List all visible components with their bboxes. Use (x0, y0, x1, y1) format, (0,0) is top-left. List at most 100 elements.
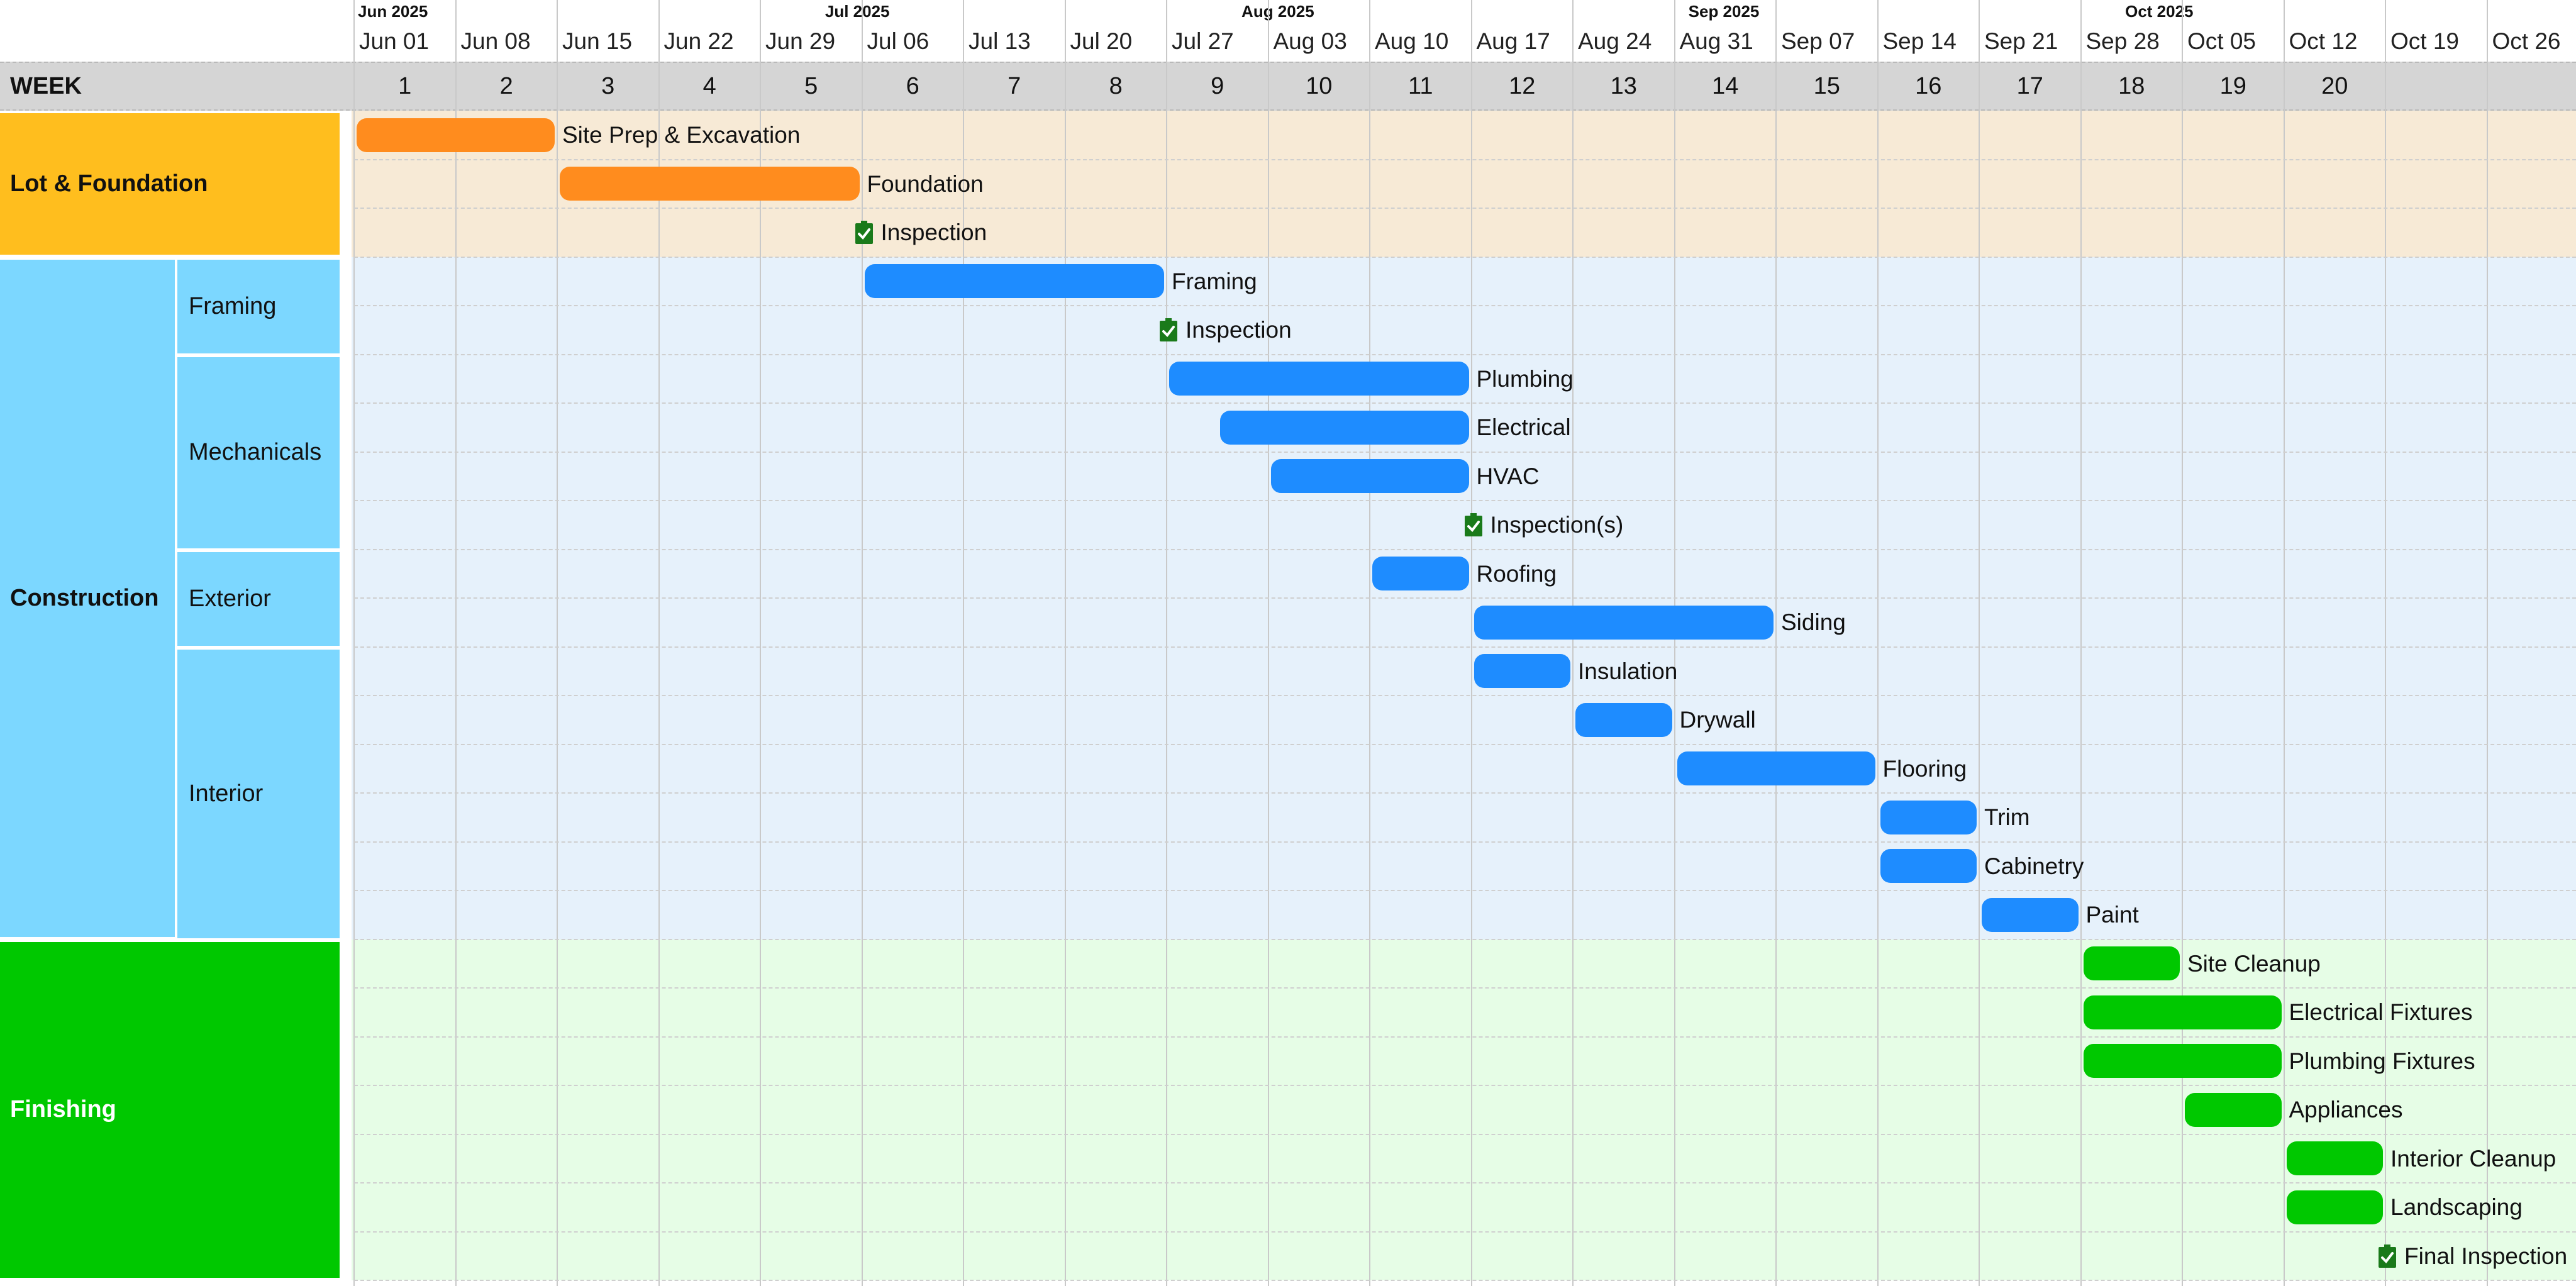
date-label: Sep 07 (1781, 28, 1855, 54)
milestone-check-icon (2379, 1244, 2396, 1268)
grid-line-horizontal (354, 451, 2576, 453)
task-label: Flooring (1882, 755, 1967, 782)
task-bar[interactable] (2083, 946, 2180, 981)
grid-line-vertical (557, 0, 558, 1286)
grid-line-vertical (2283, 0, 2285, 1286)
task-bar[interactable] (1575, 702, 1672, 737)
subgroup-label-cell: Mechanicals (177, 357, 340, 548)
month-label: Jul 2025 (824, 2, 890, 21)
task-label: Interior Cleanup (2390, 1145, 2557, 1172)
task-label: Site Cleanup (2187, 950, 2321, 977)
grid-line-horizontal (354, 1133, 2576, 1135)
group-label: Finishing (10, 1096, 116, 1123)
group-label-cell: Finishing (0, 941, 340, 1278)
task-bar[interactable] (1219, 410, 1469, 445)
grid-line-vertical (1369, 0, 1370, 1286)
grid-line-horizontal (354, 500, 2576, 501)
task-label: Plumbing (1476, 365, 1574, 392)
task-label: Drywall (1679, 707, 1756, 733)
task-bar[interactable] (1372, 557, 1469, 591)
grid-line-vertical (861, 0, 863, 1286)
task-bar[interactable] (2286, 1141, 2383, 1176)
grid-line-vertical (1470, 0, 1472, 1286)
date-label: Jun 01 (359, 28, 430, 54)
task-bar[interactable] (1677, 751, 1875, 786)
task-bar[interactable] (2185, 1092, 2282, 1127)
grid-line-vertical (2182, 0, 2183, 1286)
date-label: Jun 15 (562, 28, 633, 54)
task-bar[interactable] (1880, 800, 1977, 834)
month-label: Aug 2025 (1241, 2, 1314, 21)
task-label: Electrical (1476, 414, 1571, 440)
task-bar[interactable] (357, 118, 555, 152)
week-number: 19 (2219, 73, 2246, 99)
grid-line-horizontal (354, 1231, 2576, 1233)
task-label: Inspection (880, 219, 987, 245)
grid-line-vertical (353, 0, 355, 1286)
grid-line-vertical (1267, 0, 1269, 1286)
week-number: 20 (2321, 73, 2348, 99)
task-bar[interactable] (1270, 459, 1469, 494)
milestone-check-icon (1464, 513, 1482, 536)
task-label: Inspection (1185, 317, 1292, 343)
grid-line-horizontal (354, 646, 2576, 648)
task-bar[interactable] (1982, 897, 2079, 932)
task-bar[interactable] (864, 264, 1164, 299)
grid-line-vertical (1064, 0, 1066, 1286)
task-label: Inspection(s) (1490, 512, 1624, 538)
task-label: Framing (1172, 268, 1257, 294)
grid-line-horizontal (354, 743, 2576, 745)
grid-line-horizontal (354, 353, 2576, 355)
task-label: Siding (1781, 609, 1846, 635)
group-label: Lot & Foundation (10, 170, 208, 197)
subgroup-label: Mechanicals (189, 439, 322, 465)
group-label: Construction (10, 584, 159, 611)
week-number: 17 (2016, 73, 2043, 99)
week-number: 15 (1813, 73, 1840, 99)
week-number: 5 (804, 73, 818, 99)
week-number: 6 (906, 73, 919, 99)
task-bar[interactable] (2083, 1044, 2282, 1078)
task-bar[interactable] (560, 167, 860, 201)
date-label: Aug 17 (1476, 28, 1550, 54)
week-number: 9 (1211, 73, 1224, 99)
task-label: Final Inspection (2404, 1243, 2568, 1269)
subgroup-label: Framing (189, 292, 277, 319)
month-label: Sep 2025 (1688, 2, 1760, 21)
grid-line-horizontal (354, 597, 2576, 599)
task-bar[interactable] (2286, 1190, 2383, 1224)
grid-line-horizontal (354, 841, 2576, 843)
task-label: Site Prep & Excavation (562, 122, 801, 148)
date-label: Aug 31 (1679, 28, 1753, 54)
subgroup-label: Interior (189, 780, 264, 807)
task-label: Plumbing Fixtures (2289, 1048, 2475, 1074)
task-bar[interactable] (1474, 605, 1774, 640)
week-number: 8 (1109, 73, 1123, 99)
task-label: Paint (2085, 902, 2139, 928)
subgroup-label: Exterior (189, 585, 271, 612)
week-number: 1 (398, 73, 412, 99)
week-number: 13 (1610, 73, 1637, 99)
task-label: Appliances (2289, 1097, 2403, 1122)
task-bar[interactable] (1474, 654, 1570, 689)
date-label: Sep 28 (2085, 28, 2160, 54)
date-label: Jun 22 (663, 28, 734, 54)
grid-line-horizontal (354, 695, 2576, 696)
task-bar[interactable] (1880, 849, 1977, 884)
week-number: 14 (1712, 73, 1739, 99)
task-bar[interactable] (1169, 362, 1469, 396)
date-label: Jul 27 (1172, 28, 1234, 54)
grid-line-horizontal (354, 256, 2576, 258)
grid-line-horizontal (354, 890, 2576, 891)
grid-line-vertical (2080, 0, 2082, 1286)
task-label: Trim (1984, 804, 2030, 830)
grid-line-horizontal (354, 208, 2576, 209)
date-label: Jun 29 (765, 28, 836, 54)
task-bar[interactable] (2083, 995, 2282, 1029)
date-label: Oct 12 (2289, 28, 2358, 54)
date-label: Oct 05 (2187, 28, 2256, 54)
grid-line-vertical (2486, 0, 2488, 1286)
task-label: Landscaping (2390, 1194, 2523, 1220)
subgroup-label-cell: Exterior (177, 552, 340, 646)
grid-line-vertical (1166, 0, 1167, 1286)
